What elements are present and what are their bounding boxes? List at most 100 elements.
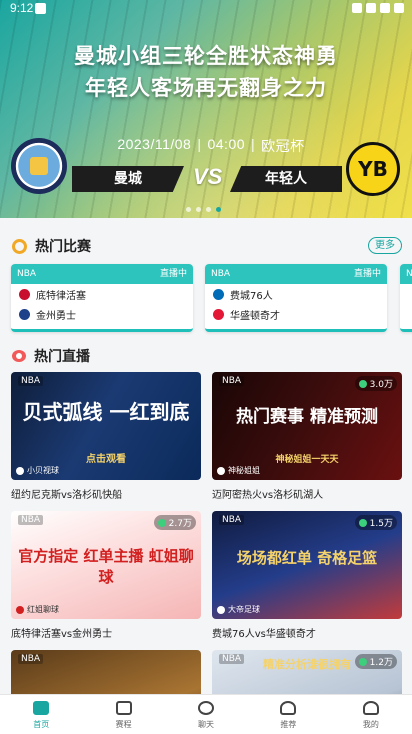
more-button[interactable]: 更多 bbox=[368, 237, 402, 254]
anchor-name: 大帝足球 bbox=[228, 605, 260, 614]
anchor-avatar bbox=[16, 605, 24, 614]
view-count-value: 1.5万 bbox=[369, 519, 393, 529]
anchor-label: 红姐聊球 bbox=[16, 604, 59, 615]
live-status: 直播中 bbox=[159, 269, 187, 279]
nav-item-profile[interactable]: 我的 bbox=[330, 695, 412, 734]
nav-item-home[interactable]: 首页 bbox=[0, 695, 82, 734]
nav-item-schedule[interactable]: 赛程 bbox=[82, 695, 164, 734]
match-card[interactable]: NB bbox=[400, 264, 412, 332]
team-row: 费城76人 bbox=[205, 285, 387, 304]
notification-icon bbox=[35, 3, 46, 14]
live-thumbnail[interactable]: NBA 2.7万 官方指定 红单主播 虹姐聊球 红姐聊球 bbox=[11, 511, 201, 619]
team-logo bbox=[213, 289, 224, 300]
bottom-nav: 首页 赛程 聊天 推荐 我的 bbox=[0, 694, 412, 734]
team-name: 底特律活塞 bbox=[36, 291, 86, 302]
nav-label: 赛程 bbox=[115, 720, 132, 729]
anchor-avatar bbox=[217, 605, 225, 614]
league-tag: NBA bbox=[219, 376, 245, 386]
status-icons bbox=[352, 3, 404, 13]
nav-label: 我的 bbox=[362, 720, 379, 729]
status-time: 9:12 bbox=[10, 1, 34, 15]
match-meta: 2023/11/08 | 04:00 | 欧冠杯 bbox=[106, 136, 316, 156]
away-badge-text: YB bbox=[358, 157, 388, 181]
live-thumbnail[interactable]: NBA 贝式弧线 一红到底 点击观看 小贝视球 bbox=[11, 372, 201, 480]
team-logo bbox=[19, 309, 30, 320]
match-time: 04:00 bbox=[207, 136, 246, 152]
carousel-dot[interactable] bbox=[196, 207, 201, 212]
live-card[interactable]: NBA 3.0万 热门赛事 精准预测 神秘姐姐一天天 神秘姐姐 迈阿密热火vs洛… bbox=[212, 372, 402, 501]
thumbnail-sub: 神秘姐姐一天天 bbox=[275, 455, 339, 465]
league-tag: NBA bbox=[219, 515, 245, 525]
league-label: NBA bbox=[211, 269, 231, 279]
league-tag: NBA bbox=[18, 376, 44, 386]
home-screen: 9:12 曼城小组三轮全胜状态神勇 年轻人客场再无翻身之力 2023/11/08… bbox=[0, 0, 412, 734]
promo-banner[interactable]: 9:12 曼城小组三轮全胜状态神勇 年轻人客场再无翻身之力 2023/11/08… bbox=[0, 0, 412, 218]
match-date: 2023/11/08 bbox=[117, 136, 192, 152]
live-title: 费城76人vs华盛顿奇才 bbox=[212, 629, 316, 640]
signal-icon bbox=[380, 3, 390, 13]
live-card[interactable]: NBA 1.5万 场场都红单 奇格足篮 大帝足球 费城76人vs华盛顿奇才 bbox=[212, 511, 402, 640]
section-title: 热门直播 bbox=[34, 349, 90, 365]
carousel-dot[interactable] bbox=[206, 207, 211, 212]
team-logo bbox=[213, 309, 224, 320]
match-card[interactable]: NBA 直播中 费城76人 华盛顿奇才 bbox=[205, 264, 387, 332]
anchor-name: 红姐聊球 bbox=[27, 605, 59, 614]
live-title: 底特律活塞vs金州勇士 bbox=[11, 629, 113, 640]
section-title: 热门比赛 bbox=[35, 239, 91, 255]
meta-separator: | bbox=[197, 136, 202, 152]
league-label: NB bbox=[406, 264, 412, 284]
anchor-avatar bbox=[16, 466, 24, 475]
vibrate-icon bbox=[352, 3, 362, 13]
team-name: 华盛顿奇才 bbox=[230, 311, 280, 322]
league-tag: NBA bbox=[18, 515, 44, 525]
carousel-dot[interactable] bbox=[186, 207, 191, 212]
wifi-icon bbox=[366, 3, 376, 13]
thumbnail-headline: 精准分析谁很拥有 bbox=[263, 658, 351, 671]
carousel-dot-active[interactable] bbox=[216, 207, 221, 212]
live-thumbnail[interactable]: NBA 1.5万 场场都红单 奇格足篮 大帝足球 bbox=[212, 511, 402, 619]
views-icon bbox=[358, 379, 367, 388]
nav-label: 聊天 bbox=[198, 720, 215, 729]
expert-icon bbox=[280, 701, 297, 715]
live-card[interactable]: NBA 2.7万 官方指定 红单主播 虹姐聊球 红姐聊球 底特律活塞vs金州勇士 bbox=[11, 511, 201, 640]
nav-item-chat[interactable]: 聊天 bbox=[165, 695, 247, 734]
team-name: 费城76人 bbox=[230, 291, 273, 302]
card-header: NB bbox=[400, 264, 412, 284]
vs-label: VS bbox=[193, 164, 223, 189]
anchor-label: 神秘姐姐 bbox=[217, 465, 260, 476]
team-row: 金州勇士 bbox=[11, 305, 193, 324]
nav-item-expert[interactable]: 推荐 bbox=[247, 695, 329, 734]
carousel-indicator bbox=[186, 207, 221, 212]
anchor-label: 小贝视球 bbox=[16, 465, 59, 476]
banner-headline-1: 曼城小组三轮全胜状态神勇 bbox=[74, 44, 338, 68]
view-count: 3.0万 bbox=[354, 376, 397, 391]
thumbnail-headline: 场场都红单 奇格足篮 bbox=[236, 549, 378, 567]
match-card[interactable]: NBA 直播中 底特律活塞 金州勇士 bbox=[11, 264, 193, 332]
anchor-label: 大帝足球 bbox=[217, 604, 260, 615]
live-eye-icon bbox=[12, 350, 26, 362]
live-title: 纽约尼克斯vs洛杉矶快船 bbox=[11, 490, 123, 501]
card-header: NBA 直播中 bbox=[205, 264, 387, 284]
thumbnail-headline: 热门赛事 精准预测 bbox=[236, 407, 378, 427]
league-label: NBA bbox=[17, 269, 37, 279]
battery-icon bbox=[394, 3, 404, 13]
live-card[interactable]: NBA 贝式弧线 一红到底 点击观看 小贝视球 纽约尼克斯vs洛杉矶快船 bbox=[11, 372, 201, 501]
banner-headline-2: 年轻人客场再无翻身之力 bbox=[85, 76, 327, 100]
anchor-name: 神秘姐姐 bbox=[228, 466, 260, 475]
match-competition: 欧冠杯 bbox=[261, 138, 305, 154]
live-thumbnail[interactable]: NBA 3.0万 热门赛事 精准预测 神秘姐姐一天天 神秘姐姐 bbox=[212, 372, 402, 480]
fire-icon bbox=[12, 238, 27, 254]
thumbnail-headline: 官方指定 红单主播 虹姐聊球 bbox=[18, 547, 194, 586]
nav-label: 首页 bbox=[33, 720, 50, 729]
nav-label: 推荐 bbox=[280, 720, 297, 729]
live-status: 直播中 bbox=[353, 269, 381, 279]
view-count-value: 3.0万 bbox=[369, 380, 393, 390]
team-logo bbox=[19, 289, 30, 300]
home-icon bbox=[33, 701, 50, 715]
away-team-name: 年轻人 bbox=[230, 166, 342, 192]
thumbnail-sub: 点击观看 bbox=[86, 454, 126, 465]
views-icon bbox=[157, 518, 166, 527]
team-name: 金州勇士 bbox=[36, 311, 76, 322]
calendar-icon bbox=[115, 701, 132, 715]
hot-live-header: 热门直播 bbox=[12, 346, 90, 366]
